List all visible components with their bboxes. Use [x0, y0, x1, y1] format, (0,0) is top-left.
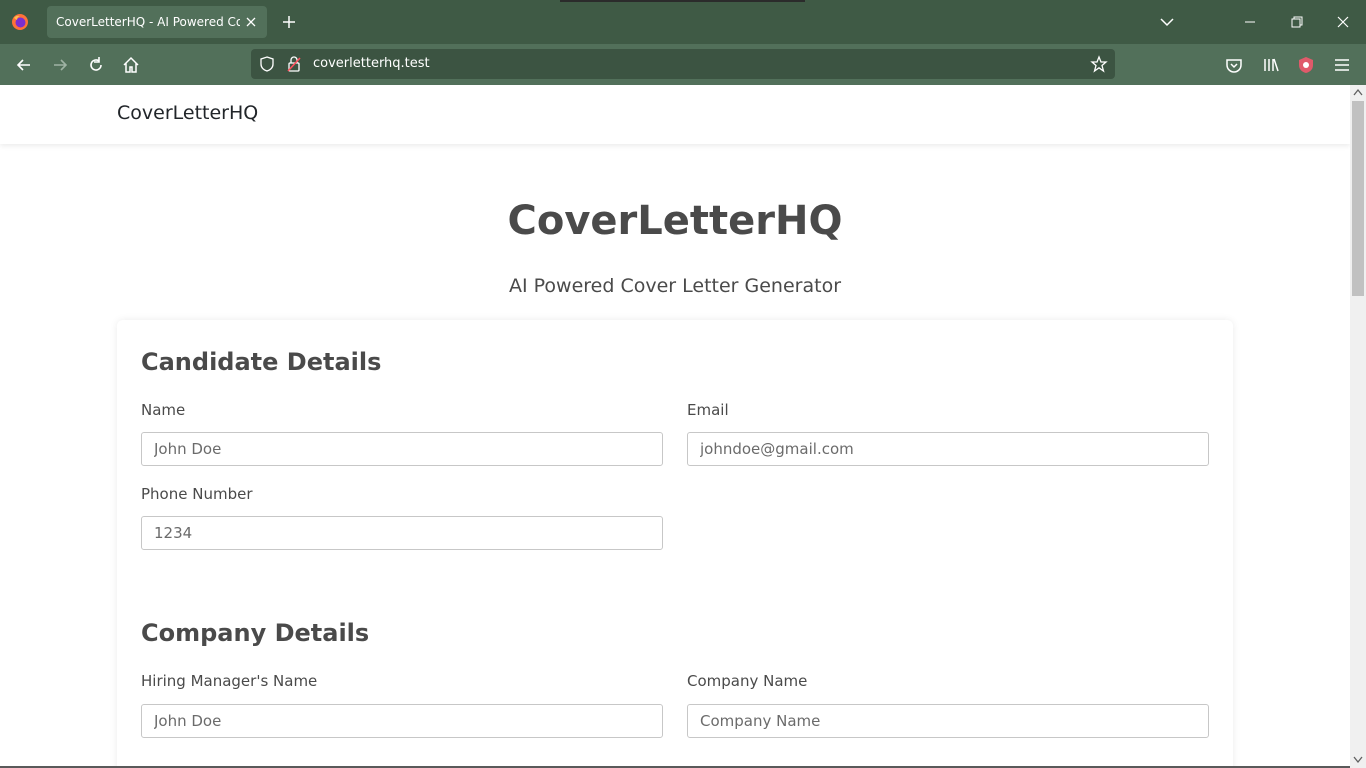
library-icon[interactable]: [1261, 55, 1281, 75]
new-tab-icon[interactable]: [281, 14, 297, 30]
company-details-heading: Company Details: [141, 619, 370, 647]
scroll-down-arrow-icon[interactable]: [1353, 756, 1363, 764]
name-input[interactable]: [141, 432, 663, 466]
chevron-down-icon[interactable]: [1159, 15, 1175, 29]
vertical-scrollbar[interactable]: [1350, 85, 1366, 768]
phone-label: Phone Number: [141, 485, 253, 503]
company-name-input[interactable]: [687, 704, 1209, 738]
form-card: Candidate Details Name Email Phone Numbe…: [117, 320, 1233, 768]
url-text[interactable]: coverletterhq.test: [313, 56, 430, 71]
forward-arrow-icon[interactable]: [50, 55, 70, 75]
home-icon[interactable]: [121, 55, 141, 75]
address-bar[interactable]: coverletterhq.test: [251, 49, 1115, 79]
hiring-manager-input[interactable]: [141, 704, 663, 738]
page-viewport: CoverLetterHQ CoverLetterHQ AI Powered C…: [0, 85, 1350, 768]
extension-shield-icon[interactable]: [1296, 55, 1316, 75]
back-arrow-icon[interactable]: [14, 55, 34, 75]
browser-tab-active[interactable]: CoverLetterHQ - AI Powered Cover Letter …: [47, 6, 267, 38]
restore-window-icon[interactable]: [1290, 15, 1304, 29]
bookmark-star-icon[interactable]: [1090, 55, 1108, 73]
browser-toolbar: coverletterhq.test: [0, 44, 1366, 85]
insecure-lock-icon[interactable]: [286, 55, 302, 73]
page-title: CoverLetterHQ: [507, 198, 843, 244]
firefox-icon[interactable]: [10, 12, 30, 32]
name-label: Name: [141, 401, 186, 419]
shield-icon[interactable]: [259, 56, 275, 72]
candidate-details-heading: Candidate Details: [141, 348, 382, 376]
company-name-label: Company Name: [687, 672, 808, 690]
tab-bar-accent-line: [560, 0, 805, 2]
scrollbar-thumb[interactable]: [1352, 101, 1364, 296]
email-input[interactable]: [687, 432, 1209, 466]
pocket-icon[interactable]: [1224, 55, 1244, 75]
browser-tab-bar: CoverLetterHQ - AI Powered Cover Letter …: [0, 0, 1366, 44]
close-tab-icon[interactable]: [243, 14, 259, 30]
reload-icon[interactable]: [86, 55, 106, 75]
minimize-window-icon[interactable]: [1243, 15, 1257, 29]
phone-input[interactable]: [141, 516, 663, 550]
tab-title: CoverLetterHQ - AI Powered Cover Letter …: [56, 15, 240, 29]
scroll-up-arrow-icon[interactable]: [1353, 88, 1363, 96]
close-window-icon[interactable]: [1335, 14, 1351, 30]
email-label: Email: [687, 401, 729, 419]
site-header: CoverLetterHQ: [0, 85, 1350, 144]
hamburger-menu-icon[interactable]: [1332, 55, 1352, 75]
site-brand-link[interactable]: CoverLetterHQ: [117, 102, 258, 124]
hiring-manager-label: Hiring Manager's Name: [141, 672, 318, 690]
page-subtitle: AI Powered Cover Letter Generator: [509, 275, 841, 297]
